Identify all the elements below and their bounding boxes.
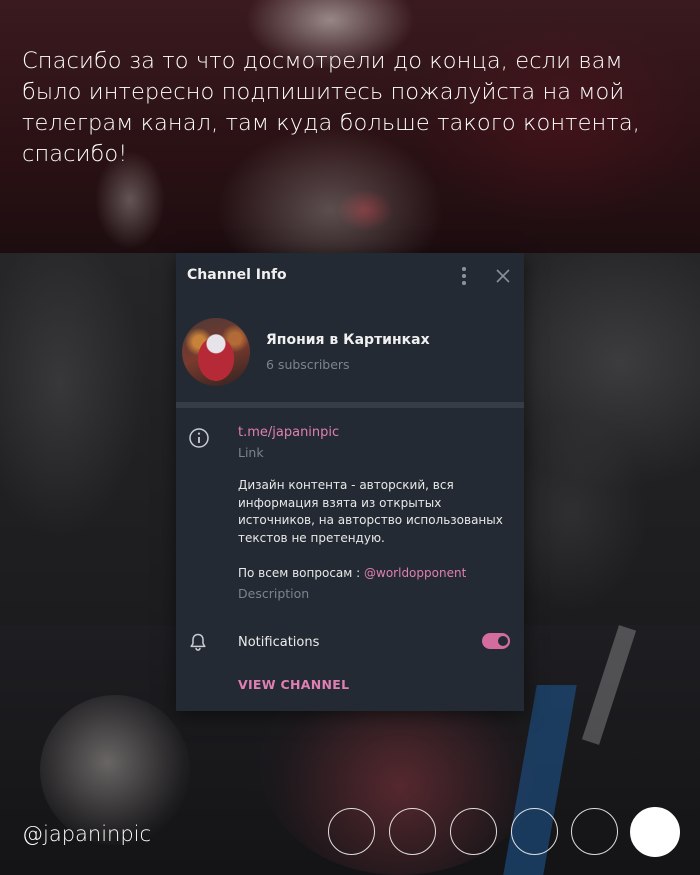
contact-prefix: По всем вопросам : [238,566,361,580]
bell-icon [187,631,209,653]
pager-dot[interactable] [328,808,375,855]
description-label: Description [238,586,310,601]
dialog-title: Channel Info [187,267,287,283]
channel-avatar[interactable] [182,318,250,386]
pager-dot[interactable] [389,808,436,855]
notifications-toggle[interactable] [482,633,510,649]
close-icon[interactable] [492,265,514,287]
channel-name: Япония в Картинках [266,332,430,348]
link-label: Link [238,445,264,460]
section-divider [176,402,524,408]
channel-description: Дизайн контента - авторский, вся информа… [238,477,508,547]
channel-handle: @japaninpic [22,822,152,846]
notifications-label: Notifications [238,635,320,650]
toggle-knob [496,634,510,648]
view-channel-button[interactable]: VIEW CHANNEL [238,677,349,692]
background-stripe [581,625,637,745]
pager-dot[interactable] [511,808,558,855]
pager-dot[interactable] [630,807,680,857]
more-options-icon[interactable] [457,265,471,287]
info-icon [188,427,210,449]
contact-mention-link[interactable]: @worldopponent [364,566,466,580]
pager-dot[interactable] [571,808,618,855]
caption-text: Спасибо за то что досмотрели до конца, е… [22,48,640,167]
channel-info-dialog: Channel Info Япония в Картинках 6 subscr… [176,253,524,711]
description-contact: По всем вопросам : @worldopponent [238,566,466,580]
page: Спасибо за то что досмотрели до конца, е… [0,0,700,875]
description-text: Дизайн контента - авторский, вся информа… [238,478,503,545]
carousel-pager [328,807,688,860]
channel-link[interactable]: t.me/japaninpic [238,425,339,440]
subscriber-count: 6 subscribers [266,357,350,372]
pager-dot[interactable] [450,808,497,855]
